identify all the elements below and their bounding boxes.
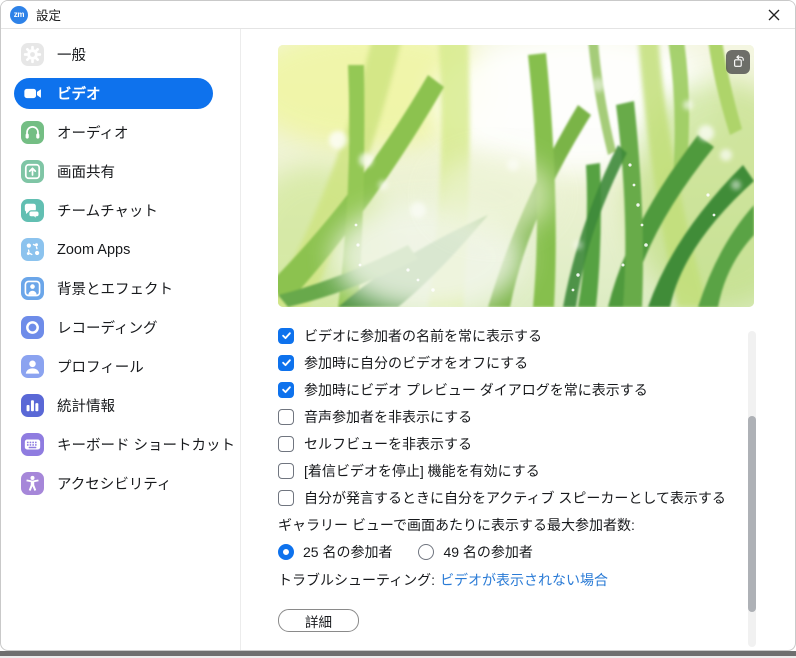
- sidebar-item-screen-share[interactable]: 画面共有: [14, 156, 213, 187]
- sidebar-item-label: チームチャット: [57, 200, 158, 221]
- sidebar-item-zoom-apps[interactable]: Zoom Apps: [14, 234, 213, 265]
- accessibility-icon: [21, 472, 44, 495]
- sidebar-item-label: キーボード ショートカット: [57, 434, 235, 455]
- screen-share-icon: [21, 160, 44, 183]
- sidebar-item-recording[interactable]: レコーディング: [14, 312, 213, 343]
- keyboard-icon: [21, 433, 44, 456]
- sidebar-item-label: オーディオ: [57, 122, 129, 143]
- sidebar-item-audio[interactable]: オーディオ: [14, 117, 213, 148]
- option-label: セルフビューを非表示する: [304, 434, 472, 454]
- background-effects-icon: [21, 277, 44, 300]
- statistics-icon: [21, 394, 44, 417]
- video-camera-icon: [21, 82, 44, 105]
- option-spotlight-when-speaking[interactable]: 自分が発言するときに自分をアクティブ スピーカーとして表示する: [278, 484, 795, 511]
- sidebar-item-statistics[interactable]: 統計情報: [14, 390, 213, 421]
- close-button[interactable]: [753, 1, 795, 28]
- radio-icon[interactable]: [278, 544, 294, 560]
- option-enable-stop-incoming-video[interactable]: [着信ビデオを停止] 機能を有効にする: [278, 457, 795, 484]
- close-icon: [768, 9, 780, 21]
- option-hide-self-view[interactable]: セルフビューを非表示する: [278, 430, 795, 457]
- scrollbar[interactable]: [748, 331, 756, 647]
- sidebar-item-accessibility[interactable]: アクセシビリティ: [14, 468, 213, 499]
- option-always-show-preview-dialog[interactable]: 参加時にビデオ プレビュー ダイアログを常に表示する: [278, 376, 795, 403]
- titlebar: zm 設定: [1, 1, 795, 29]
- profile-icon: [21, 355, 44, 378]
- sidebar-item-label: Zoom Apps: [57, 242, 130, 258]
- troubleshooting-link[interactable]: ビデオが表示されない場合: [440, 570, 608, 590]
- recording-icon: [21, 316, 44, 339]
- scrollbar-thumb[interactable]: [748, 416, 756, 612]
- rotate-preview-button[interactable]: [726, 50, 750, 74]
- checkbox-icon[interactable]: [278, 409, 294, 425]
- option-label: 参加時に自分のビデオをオフにする: [304, 353, 528, 373]
- troubleshooting-row: トラブルシューティング: ビデオが表示されない場合: [278, 566, 795, 594]
- sidebar-item-keyboard-shortcuts[interactable]: キーボード ショートカット: [14, 429, 213, 460]
- checkbox-icon[interactable]: [278, 355, 294, 371]
- video-options-list: ビデオに参加者の名前を常に表示する 参加時に自分のビデオをオフにする 参加時にビ…: [278, 322, 795, 632]
- gallery-view-label: ギャラリー ビューで画面あたりに表示する最大参加者数:: [278, 511, 795, 538]
- sidebar-item-label: アクセシビリティ: [57, 473, 171, 494]
- option-show-participant-names[interactable]: ビデオに参加者の名前を常に表示する: [278, 322, 795, 349]
- option-label: ビデオに参加者の名前を常に表示する: [304, 326, 542, 346]
- checkbox-icon[interactable]: [278, 463, 294, 479]
- sidebar-item-label: プロフィール: [57, 356, 144, 377]
- radio-25-participants[interactable]: 25 名の参加者: [278, 542, 392, 562]
- sidebar-item-label: 統計情報: [57, 395, 115, 416]
- window-title: 設定: [36, 5, 61, 24]
- sidebar-item-team-chat[interactable]: チームチャット: [14, 195, 213, 226]
- checkbox-icon[interactable]: [278, 436, 294, 452]
- sidebar-item-profile[interactable]: プロフィール: [14, 351, 213, 382]
- sidebar-item-general[interactable]: 一般: [14, 39, 213, 70]
- checkbox-icon[interactable]: [278, 382, 294, 398]
- checkbox-icon[interactable]: [278, 490, 294, 506]
- max-participants-radio-group: 25 名の参加者 49 名の参加者: [278, 538, 795, 566]
- sidebar-item-label: ビデオ: [57, 83, 101, 104]
- camera-preview: [278, 45, 754, 307]
- sidebar-item-label: 背景とエフェクト: [57, 278, 173, 299]
- sidebar-item-label: レコーディング: [57, 317, 157, 338]
- option-label: 音声参加者を非表示にする: [304, 407, 472, 427]
- gear-icon: [21, 43, 44, 66]
- grass-preview-image: [278, 45, 754, 307]
- zoom-apps-icon: [21, 238, 44, 261]
- checkbox-icon[interactable]: [278, 328, 294, 344]
- zoom-logo-icon: zm: [10, 6, 28, 24]
- troubleshooting-label: トラブルシューティング:: [278, 570, 435, 590]
- radio-label: 25 名の参加者: [303, 542, 392, 562]
- rotate-icon: [729, 53, 747, 71]
- radio-label: 49 名の参加者: [443, 542, 532, 562]
- option-label: 参加時にビデオ プレビュー ダイアログを常に表示する: [304, 380, 648, 400]
- gallery-view-label-text: ギャラリー ビューで画面あたりに表示する最大参加者数:: [278, 515, 635, 535]
- radio-49-participants[interactable]: 49 名の参加者: [418, 542, 532, 562]
- video-settings-panel: ビデオに参加者の名前を常に表示する 参加時に自分のビデオをオフにする 参加時にビ…: [241, 29, 795, 651]
- sidebar: 一般 ビデオ オーディオ 画面共有: [1, 29, 241, 651]
- advanced-button[interactable]: 詳細: [278, 609, 359, 632]
- sidebar-item-label: 画面共有: [57, 161, 115, 182]
- option-label: [着信ビデオを停止] 機能を有効にする: [304, 461, 540, 481]
- headset-icon: [21, 121, 44, 144]
- radio-icon[interactable]: [418, 544, 434, 560]
- sidebar-item-label: 一般: [57, 44, 86, 65]
- option-label: 自分が発言するときに自分をアクティブ スピーカーとして表示する: [304, 488, 726, 508]
- option-turn-off-video-on-join[interactable]: 参加時に自分のビデオをオフにする: [278, 349, 795, 376]
- sidebar-item-video[interactable]: ビデオ: [14, 78, 213, 109]
- team-chat-icon: [21, 199, 44, 222]
- settings-window: zm 設定 一般 ビデオ オーディオ: [0, 0, 796, 651]
- option-hide-non-video-participants[interactable]: 音声参加者を非表示にする: [278, 403, 795, 430]
- sidebar-item-background-effects[interactable]: 背景とエフェクト: [14, 273, 213, 304]
